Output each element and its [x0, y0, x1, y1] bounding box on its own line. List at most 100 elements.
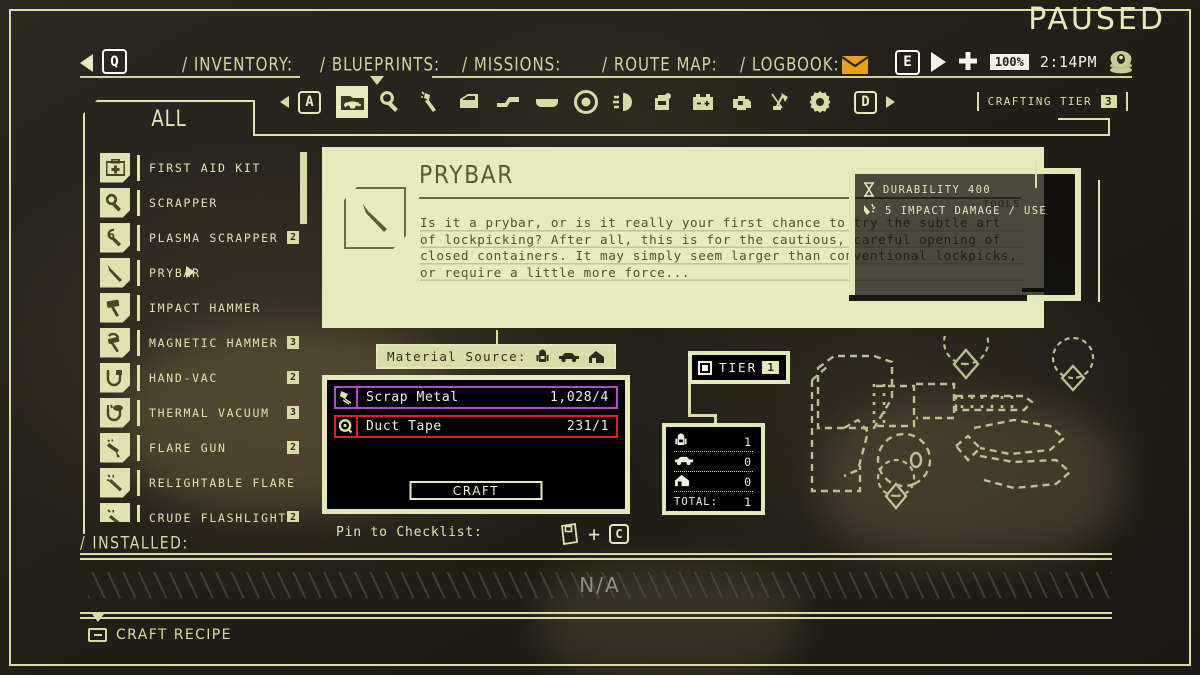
impact-hammer-icon	[100, 292, 130, 323]
play-icon[interactable]	[930, 52, 946, 72]
list-item[interactable]: FIRST AID KIT	[100, 150, 305, 185]
list-item[interactable]: THERMAL VACUUM 3	[100, 395, 305, 430]
list-item-label: SCRAPPER	[149, 195, 218, 210]
installed-rule-bottom	[80, 558, 1112, 560]
nav-item-blueprints[interactable]: / BLUEPRINTS:	[320, 53, 440, 76]
flare-gun-icon	[100, 432, 130, 463]
nav-item-inventory[interactable]: / INVENTORY:	[182, 53, 293, 76]
list-item-label: THERMAL VACUUM	[149, 405, 270, 420]
duct-tape-icon	[336, 417, 358, 436]
space-key-icon[interactable]	[88, 628, 107, 642]
prev-key-label: Q	[102, 49, 127, 74]
next-key[interactable]: E	[894, 49, 920, 75]
bumper-category-icon[interactable]	[531, 86, 563, 118]
nav-item-logbook[interactable]: / LOGBOOK:	[740, 53, 840, 76]
row-divider	[137, 364, 140, 391]
chevron-down-icon[interactable]	[92, 614, 104, 622]
gear-category-icon[interactable]	[804, 86, 836, 118]
battery-category-icon[interactable]	[687, 86, 719, 118]
antenna-category-icon[interactable]	[765, 86, 797, 118]
pin-key[interactable]: C	[609, 524, 630, 544]
nav-prev-arrow-icon[interactable]	[80, 54, 93, 72]
scrap-metal-icon	[336, 388, 358, 407]
list-item[interactable]: SCRAPPER	[100, 185, 305, 220]
wheel-category-icon[interactable]	[570, 86, 602, 118]
magnetic-hammer-icon	[100, 327, 130, 358]
list-item-count: 2	[286, 511, 299, 522]
material-name: Duct Tape	[366, 419, 442, 434]
list-item[interactable]: RELIGHTABLE FLARE	[100, 465, 305, 500]
blueprint-list-scrollbar[interactable]	[300, 152, 307, 522]
material-name: Scrap Metal	[366, 390, 459, 405]
home-icon[interactable]	[588, 350, 605, 364]
craft-recipe-hint[interactable]: CRAFT RECIPE	[88, 627, 232, 643]
tier-panel: TIER 1	[688, 351, 790, 384]
nav-item-routemap[interactable]: / ROUTE MAP:	[602, 53, 718, 76]
list-item-label: FLARE GUN	[149, 440, 227, 455]
prybar-icon	[344, 187, 406, 249]
pin-to-checklist-controls[interactable]: + C	[560, 523, 630, 545]
crafting-tier-indicator: CRAFTING TIER 3	[976, 92, 1128, 111]
material-source-label: Material Source:	[387, 349, 527, 364]
home-icon	[674, 474, 690, 490]
envelope-icon[interactable]	[842, 56, 868, 74]
tier-connector-vertical	[688, 384, 691, 416]
tab-all[interactable]: ALL	[83, 100, 255, 136]
thermal-vacuum-icon	[100, 397, 130, 428]
fender-category-icon[interactable]	[492, 86, 524, 118]
totals-row: 0	[674, 472, 753, 492]
list-item[interactable]: IMPACT HAMMER	[100, 290, 305, 325]
nav-item-missions[interactable]: / MISSIONS:	[462, 53, 561, 76]
category-next-arrow-icon[interactable]	[886, 96, 895, 108]
scrapper-icon	[100, 187, 130, 218]
totals-row-sum: TOTAL: 1	[674, 492, 753, 512]
row-divider	[137, 469, 140, 496]
list-item[interactable]: PRYBAR	[100, 255, 305, 290]
health-percent: 100%	[989, 54, 1029, 70]
tier-value: 1	[762, 361, 779, 374]
door-category-icon[interactable]	[453, 86, 485, 118]
row-divider	[137, 434, 140, 461]
scrollbar-thumb[interactable]	[300, 152, 307, 224]
clock-label: 2:14PM	[1039, 53, 1097, 71]
car-icon[interactable]	[558, 350, 580, 363]
row-divider	[137, 189, 140, 216]
material-row[interactable]: Scrap Metal 1,028/4	[334, 386, 618, 409]
list-item[interactable]: FLARE GUN 2	[100, 430, 305, 465]
blueprint-list[interactable]: FIRST AID KIT SCRAPPER PLASMA SCRAPPER 2…	[100, 150, 305, 522]
hand-vac-icon	[100, 362, 130, 393]
craft-materials-panel: Scrap Metal 1,028/4 Duct Tape 231/1 CRAF…	[322, 375, 630, 514]
checklist-icon[interactable]	[560, 523, 579, 545]
material-row[interactable]: Duct Tape 231/1	[334, 415, 618, 438]
list-item[interactable]: MAGNETIC HAMMER 3	[100, 325, 305, 360]
engine-category-icon[interactable]	[726, 86, 758, 118]
panel-right-corner	[1108, 118, 1110, 136]
blueprint-sketch	[810, 336, 1095, 510]
headlight-category-icon[interactable]	[609, 86, 641, 118]
backpack-icon[interactable]	[535, 349, 550, 364]
stat-row: 5 IMPACT DAMAGE / USE	[863, 203, 1067, 218]
list-item-count: 2	[286, 231, 299, 244]
category-next-key[interactable]: D	[854, 90, 877, 114]
list-item[interactable]: HAND-VAC 2	[100, 360, 305, 395]
nav-rule-1	[80, 76, 300, 78]
list-item[interactable]: CRUDE FLASHLIGHT 2	[100, 500, 305, 522]
installed-label-text: / INSTALLED:	[80, 534, 189, 554]
nav-prev-key[interactable]: Q	[102, 49, 127, 74]
craft-button[interactable]: CRAFT	[409, 481, 543, 500]
category-prev-key[interactable]: A	[298, 90, 321, 114]
spray-category-icon[interactable]	[414, 86, 446, 118]
installed-value: N/A	[579, 573, 621, 597]
list-item-label: RELIGHTABLE FLARE	[149, 475, 296, 490]
category-prev-arrow-icon[interactable]	[280, 96, 289, 108]
scrapper-category-icon[interactable]	[375, 86, 407, 118]
car-category-icon[interactable]	[336, 86, 368, 118]
selected-item-arrow-icon	[186, 266, 195, 278]
list-item[interactable]: PLASMA SCRAPPER 2	[100, 220, 305, 255]
eye-stack-icon[interactable]	[1108, 50, 1134, 74]
row-divider	[137, 399, 140, 426]
list-item-count: 3	[286, 406, 299, 419]
material-quantity: 1,028/4	[550, 390, 609, 405]
fueltank-category-icon[interactable]	[648, 86, 680, 118]
tier-label: TIER	[719, 360, 758, 375]
